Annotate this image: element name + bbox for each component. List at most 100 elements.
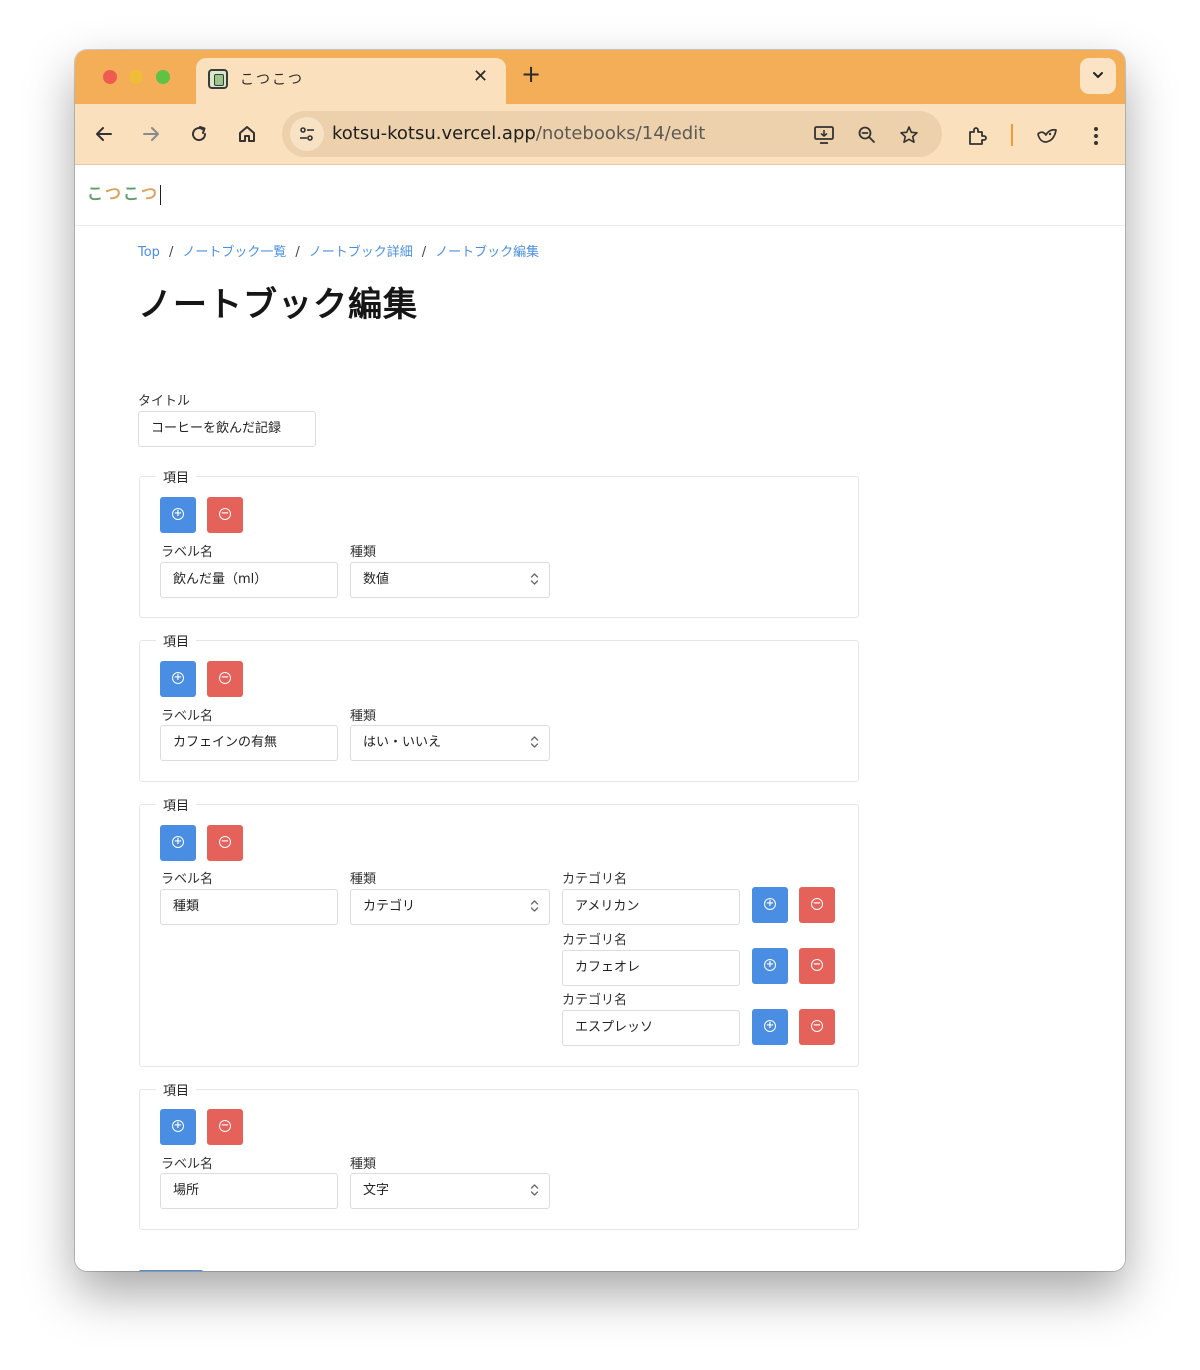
add-item-button[interactable]: + [160, 497, 196, 533]
arrow-left-icon [96, 127, 112, 141]
plus-circle-icon: + [172, 835, 184, 848]
profile-button[interactable] [1033, 120, 1061, 148]
type-select[interactable]: 文字 [350, 1173, 550, 1209]
minus-circle-icon: − [219, 671, 231, 684]
forward-button[interactable] [137, 120, 165, 148]
minus-circle-icon: − [219, 507, 231, 520]
plus-circle-icon: + [172, 507, 184, 520]
close-window-button[interactable] [103, 70, 117, 84]
minus-circle-icon: − [811, 958, 823, 971]
category-name-input[interactable]: カフェオレ [562, 950, 740, 986]
breadcrumb-notebook-list-link[interactable]: ノートブック一覧 [182, 245, 286, 260]
url-text[interactable]: kotsu-kotsu.vercel.app/notebooks/14/edit [332, 123, 705, 144]
page-title: ノートブック編集 [138, 285, 418, 325]
category-name-input[interactable]: エスプレッソ [562, 1010, 740, 1046]
breadcrumb-separator: / [168, 245, 174, 260]
type-select-value: はい・いいえ [363, 735, 442, 750]
home-icon [239, 126, 255, 142]
plus-circle-icon: + [764, 958, 776, 971]
add-category-button[interactable]: + [752, 948, 788, 984]
type-caption: 種類 [350, 709, 377, 724]
chevron-updown-icon [530, 563, 539, 597]
type-select[interactable]: カテゴリ [350, 889, 550, 925]
url-host: kotsu-kotsu.vercel.app [332, 123, 536, 144]
home-button[interactable] [233, 120, 261, 148]
text-caret [160, 184, 162, 205]
remove-category-button[interactable]: − [799, 948, 835, 984]
zoom-icon[interactable] [854, 121, 880, 147]
bookmark-star-icon[interactable] [896, 121, 922, 147]
type-caption: 種類 [350, 872, 377, 887]
plus-circle-icon: + [764, 897, 776, 910]
label-name-input[interactable]: カフェインの有無 [160, 725, 338, 761]
minus-circle-icon: − [219, 1119, 231, 1132]
title-label: タイトル [138, 394, 191, 409]
zoom-window-button[interactable] [156, 70, 170, 84]
tune-icon [300, 127, 314, 141]
item-legend: 項目 [163, 471, 190, 486]
add-item-button[interactable]: + [160, 1109, 196, 1145]
address-bar[interactable]: kotsu-kotsu.vercel.app/notebooks/14/edit [282, 111, 942, 157]
breadcrumb-top-link[interactable]: Top [138, 245, 160, 260]
add-item-button[interactable]: + [160, 825, 196, 861]
page-viewport: こつこつ Top / ノートブック一覧 / ノートブック詳細 / ノートブック編集 ノートブ… [75, 165, 1125, 1271]
breadcrumb-notebook-detail-link[interactable]: ノートブック詳細 [309, 245, 413, 260]
remove-item-button[interactable]: − [207, 825, 243, 861]
app-logo[interactable]: こつこつ [87, 180, 162, 205]
plus-circle-icon: + [172, 671, 184, 684]
browser-menu-button[interactable] [1082, 120, 1110, 148]
browser-tab[interactable]: こつこつ ✕ [196, 58, 506, 104]
type-caption: 種類 [350, 1157, 377, 1172]
label-name-input[interactable]: 飲んだ量（ml） [160, 562, 338, 598]
chevron-updown-icon [530, 1174, 539, 1208]
chevron-updown-icon [530, 726, 539, 760]
tab-search-button[interactable] [1080, 58, 1116, 94]
label-name-caption: ラベル名 [161, 1157, 214, 1172]
add-category-button[interactable]: + [752, 887, 788, 923]
add-item-button[interactable]: + [160, 661, 196, 697]
extensions-button[interactable] [963, 120, 991, 148]
type-select-value: 文字 [363, 1183, 390, 1198]
type-select[interactable]: はい・いいえ [350, 725, 550, 761]
item-legend: 項目 [163, 635, 190, 650]
remove-item-button[interactable]: − [207, 661, 243, 697]
label-name-input[interactable]: 場所 [160, 1173, 338, 1209]
label-name-caption: ラベル名 [161, 872, 214, 887]
install-app-icon[interactable] [811, 121, 837, 147]
title-input[interactable]: コーヒーを飲んだ記録 [138, 411, 316, 447]
notebook-favicon-icon [208, 69, 228, 89]
puzzle-icon [969, 126, 987, 145]
site-settings-icon[interactable] [290, 117, 324, 151]
plus-circle-icon: + [764, 1019, 776, 1032]
reload-button[interactable] [185, 120, 213, 148]
breadcrumb-notebook-edit-link[interactable]: ノートブック編集 [435, 245, 539, 260]
category-name-caption: カテゴリ名 [562, 872, 628, 887]
label-name-input[interactable]: 種類 [160, 889, 338, 925]
item-legend: 項目 [163, 1084, 190, 1099]
chevron-down-icon [1093, 72, 1103, 79]
category-name-input[interactable]: アメリカン [562, 889, 740, 925]
breadcrumb-separator: / [295, 245, 300, 260]
minus-circle-icon: − [811, 897, 823, 910]
bird-icon [1037, 128, 1057, 143]
type-select-value: 数値 [363, 572, 390, 587]
minus-circle-icon: − [219, 835, 231, 848]
remove-item-button[interactable]: − [207, 497, 243, 533]
logo-char: つ [141, 184, 160, 203]
breadcrumb: Top / ノートブック一覧 / ノートブック詳細 / ノートブック編集 [138, 241, 539, 260]
item-fieldset: 項目 [139, 795, 859, 1067]
tab-close-icon[interactable]: ✕ [473, 66, 488, 87]
browser-window: こつこつ ✕ + kotsu-kotsu.vercel.app/notebook… [75, 50, 1125, 1271]
back-button[interactable] [90, 120, 118, 148]
add-category-button[interactable]: + [752, 1009, 788, 1045]
logo-char: つ [105, 184, 124, 203]
minimize-window-button[interactable] [129, 70, 143, 84]
remove-category-button[interactable]: − [799, 887, 835, 923]
type-select[interactable]: 数値 [350, 562, 550, 598]
arrow-right-icon [143, 127, 159, 141]
remove-item-button[interactable]: − [207, 1109, 243, 1145]
new-tab-button[interactable]: + [521, 62, 541, 86]
category-name-caption: カテゴリ名 [562, 993, 628, 1008]
save-button[interactable]: 保存 [138, 1270, 204, 1271]
remove-category-button[interactable]: − [799, 1009, 835, 1045]
